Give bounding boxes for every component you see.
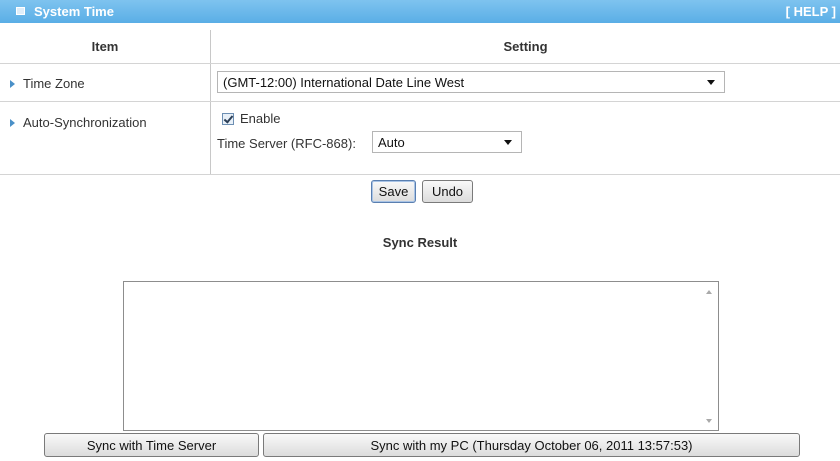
settings-table: Item Setting Time Zone (GMT-12:00) Inter… — [0, 30, 840, 175]
scrollbar[interactable] — [701, 282, 718, 430]
auto-sync-label: Auto-Synchronization — [23, 115, 147, 131]
undo-button[interactable]: Undo — [422, 180, 473, 203]
scroll-down-arrow-icon[interactable] — [706, 419, 712, 423]
section-title: System Time — [34, 4, 114, 19]
scroll-up-arrow-icon[interactable] — [706, 290, 712, 294]
sync-pc-button[interactable]: Sync with my PC (Thursday October 06, 20… — [263, 433, 800, 457]
table-row: Time Zone (GMT-12:00) International Date… — [0, 63, 840, 103]
time-zone-value: (GMT-12:00) International Date Line West — [223, 75, 465, 91]
sync-result-textarea[interactable] — [123, 281, 719, 431]
chevron-down-icon — [504, 140, 512, 146]
time-server-label: Time Server (RFC-868): — [217, 136, 356, 152]
column-header-item: Item — [0, 30, 211, 65]
chevron-down-icon — [707, 80, 715, 86]
time-server-select[interactable]: Auto — [372, 131, 522, 154]
column-header-setting: Setting — [210, 30, 840, 65]
help-link[interactable]: [ HELP ] — [786, 4, 836, 19]
enable-label: Enable — [240, 111, 281, 127]
sync-result-title: Sync Result — [382, 235, 458, 250]
time-server-value: Auto — [378, 135, 405, 151]
time-zone-select[interactable]: (GMT-12:00) International Date Line West — [217, 71, 725, 94]
table-row: Auto-Synchronization Enable Time Server … — [0, 101, 840, 175]
section-icon — [16, 7, 25, 15]
time-zone-label: Time Zone — [23, 76, 85, 92]
save-button[interactable]: Save — [371, 180, 416, 203]
sync-time-server-button[interactable]: Sync with Time Server — [44, 433, 259, 457]
section-header: System Time [ HELP ] — [0, 0, 840, 23]
enable-checkbox[interactable] — [222, 113, 234, 126]
bullet-triangle-icon — [10, 119, 15, 128]
bullet-triangle-icon — [10, 79, 15, 88]
checkmark-icon — [223, 113, 234, 124]
